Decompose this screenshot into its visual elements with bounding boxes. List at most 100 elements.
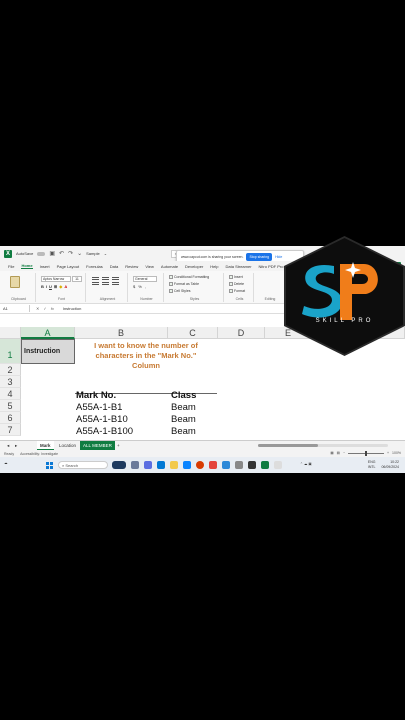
- task-view-icon[interactable]: [131, 461, 139, 469]
- cell-b6[interactable]: A55A-1-B10: [76, 414, 128, 425]
- cell-c7[interactable]: Beam: [171, 426, 196, 437]
- undo-icon[interactable]: ↶: [59, 250, 64, 257]
- system-clock[interactable]: ENG INTL 10:22 06/09/2024: [368, 460, 399, 470]
- align-bottom-icon[interactable]: [112, 277, 119, 280]
- tab-data[interactable]: Data: [110, 264, 118, 269]
- horizontal-scroll-thumb[interactable]: [258, 444, 318, 447]
- cell-b7[interactable]: A55A-1-B100: [76, 426, 133, 437]
- tab-file[interactable]: File: [8, 264, 14, 269]
- comma-icon[interactable]: ,: [145, 284, 146, 289]
- customize-qat-icon[interactable]: ⌄: [77, 250, 82, 257]
- row-header-7[interactable]: 7: [0, 424, 21, 436]
- hide-banner-button[interactable]: Hide: [275, 255, 282, 259]
- sheet-tab-mark[interactable]: Mark: [37, 441, 54, 450]
- borders-icon[interactable]: ⊞: [54, 284, 57, 289]
- tab-formulas[interactable]: Formulas: [86, 264, 103, 269]
- office-icon[interactable]: [196, 461, 204, 469]
- insert-function-icon[interactable]: fx: [51, 306, 54, 311]
- tab-automate[interactable]: Automate: [161, 264, 178, 269]
- sheet-tab-location[interactable]: Location: [56, 441, 79, 450]
- row-header-1[interactable]: 1: [0, 339, 21, 364]
- excel-taskbar-icon[interactable]: [261, 461, 269, 469]
- tab-view[interactable]: View: [145, 264, 154, 269]
- capcut-icon[interactable]: [248, 461, 256, 469]
- zoom-slider[interactable]: [348, 450, 384, 456]
- format-cells-button[interactable]: Format: [229, 289, 245, 293]
- font-size-select[interactable]: 11: [72, 276, 82, 282]
- align-middle-icon[interactable]: [102, 277, 109, 280]
- add-sheet-icon[interactable]: +: [114, 441, 123, 450]
- redo-icon[interactable]: ↷: [68, 250, 73, 257]
- zoom-out-icon[interactable]: −: [343, 451, 345, 455]
- column-header-d[interactable]: D: [218, 327, 265, 339]
- store-icon[interactable]: [183, 461, 191, 469]
- zoom-in-icon[interactable]: +: [387, 451, 389, 455]
- tab-developer[interactable]: Developer: [185, 264, 203, 269]
- confirm-entry-icon[interactable]: ✓: [43, 306, 46, 311]
- underline-button[interactable]: U: [49, 284, 52, 289]
- normal-view-icon[interactable]: ▦: [330, 451, 333, 455]
- cell-b5[interactable]: A55A-1-B1: [76, 402, 122, 413]
- save-icon[interactable]: ▣: [49, 250, 55, 257]
- cell-a1-instruction[interactable]: Instruction: [21, 339, 75, 364]
- sheet-scroll-right-icon[interactable]: ▸: [12, 441, 20, 450]
- align-right-icon[interactable]: [112, 282, 119, 285]
- paste-icon[interactable]: [10, 276, 20, 288]
- cell-c4-header[interactable]: Class: [171, 390, 196, 401]
- taskbar-widget-icon[interactable]: [112, 461, 126, 469]
- zoom-slider-knob[interactable]: [365, 450, 367, 456]
- tab-home[interactable]: Home: [21, 263, 33, 269]
- row-header-4[interactable]: 4: [0, 388, 21, 400]
- autosave-toggle[interactable]: [37, 251, 46, 256]
- fill-color-icon[interactable]: ◆: [59, 284, 62, 289]
- file-name-chevron-icon[interactable]: ⌄: [104, 251, 107, 256]
- row-header-5[interactable]: 5: [0, 400, 21, 412]
- row-header-3[interactable]: 3: [0, 376, 21, 388]
- accessibility-status[interactable]: Accessibility: Investigate: [20, 452, 58, 456]
- italic-button[interactable]: I: [46, 284, 47, 289]
- insert-cells-button[interactable]: Insert: [229, 275, 243, 279]
- page-layout-view-icon[interactable]: ▤: [337, 451, 340, 455]
- delete-cells-button[interactable]: Delete: [229, 282, 244, 286]
- stop-sharing-button[interactable]: Stop sharing: [246, 252, 273, 261]
- number-format-select[interactable]: General: [133, 276, 157, 282]
- column-header-b[interactable]: B: [75, 327, 168, 339]
- percent-icon[interactable]: %: [138, 284, 142, 289]
- format-as-table-button[interactable]: Format as Table: [169, 282, 199, 286]
- cell-b4-header[interactable]: Mark No.: [76, 390, 116, 401]
- align-left-icon[interactable]: [92, 282, 99, 285]
- sheet-tab-all-member[interactable]: ALL MEMBER: [80, 441, 115, 450]
- pdf-app-icon[interactable]: [209, 461, 217, 469]
- cell-c5[interactable]: Beam: [171, 402, 196, 413]
- column-header-c[interactable]: C: [168, 327, 218, 339]
- formula-input[interactable]: Instruction: [60, 306, 81, 311]
- align-center-icon[interactable]: [102, 282, 109, 285]
- tab-review[interactable]: Review: [125, 264, 138, 269]
- font-name-select[interactable]: Aptos Narrow: [41, 276, 71, 282]
- horizontal-scrollbar[interactable]: [258, 444, 388, 447]
- font-color-icon[interactable]: A: [64, 284, 67, 289]
- cell-styles-button[interactable]: Cell Styles: [169, 289, 191, 293]
- instruction-note[interactable]: I want to know the number of characters …: [82, 341, 210, 371]
- app-icon[interactable]: [274, 461, 282, 469]
- edge-icon[interactable]: [157, 461, 165, 469]
- tray-icons[interactable]: ⌃ ☁ ▣: [300, 462, 312, 466]
- tab-page-layout[interactable]: Page Layout: [57, 264, 79, 269]
- select-all-corner[interactable]: [0, 327, 21, 339]
- settings-icon[interactable]: [235, 461, 243, 469]
- zoom-level[interactable]: 100%: [392, 451, 401, 455]
- align-top-icon[interactable]: [92, 277, 99, 280]
- taskbar-search[interactable]: ⌕ Search: [58, 461, 108, 469]
- bold-button[interactable]: B: [41, 284, 44, 289]
- outlook-icon[interactable]: [222, 461, 230, 469]
- row-header-2[interactable]: 2: [0, 364, 21, 376]
- teams-icon[interactable]: [144, 461, 152, 469]
- tab-nitro-pdf[interactable]: Nitro PDF Pro: [259, 264, 284, 269]
- column-header-a[interactable]: A: [21, 327, 75, 339]
- cancel-entry-icon[interactable]: ✕: [36, 306, 39, 311]
- windows-start-icon[interactable]: [46, 462, 53, 469]
- row-header-6[interactable]: 6: [0, 412, 21, 424]
- cell-c6[interactable]: Beam: [171, 414, 196, 425]
- file-explorer-icon[interactable]: [170, 461, 178, 469]
- tab-help[interactable]: Help: [210, 264, 218, 269]
